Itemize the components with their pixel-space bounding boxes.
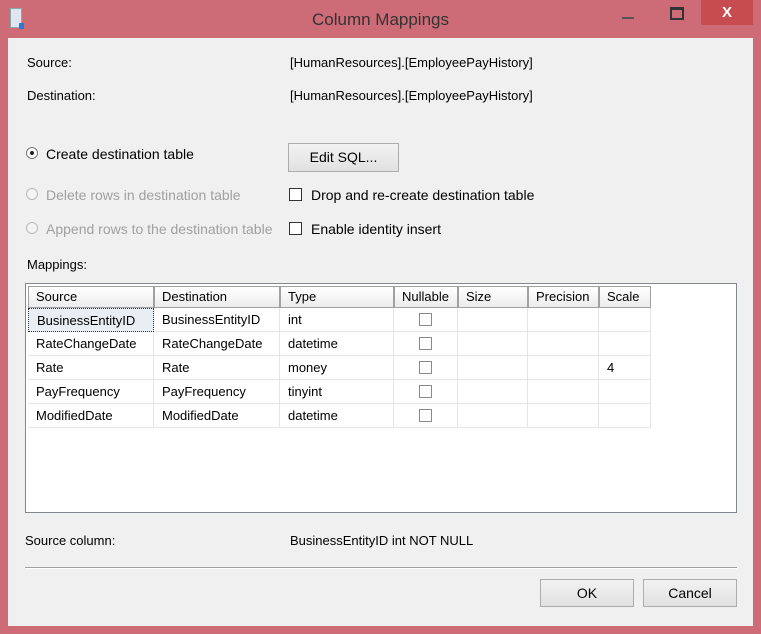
delete-rows-radio[interactable] bbox=[26, 188, 38, 200]
cell-source[interactable]: RateChangeDate bbox=[28, 332, 154, 356]
source-column-label: Source column: bbox=[25, 533, 116, 548]
column-header-type[interactable]: Type bbox=[280, 286, 394, 308]
cell-precision[interactable] bbox=[528, 332, 599, 356]
source-value: [HumanResources].[EmployeePayHistory] bbox=[290, 55, 533, 70]
identity-insert-label[interactable]: Enable identity insert bbox=[311, 221, 441, 237]
divider bbox=[25, 567, 737, 569]
cell-source[interactable]: ModifiedDate bbox=[28, 404, 154, 428]
cell-nullable[interactable] bbox=[394, 380, 458, 404]
nullable-checkbox[interactable] bbox=[419, 337, 432, 350]
cell-size[interactable] bbox=[458, 404, 528, 428]
cell-precision[interactable] bbox=[528, 308, 599, 332]
maximize-button[interactable] bbox=[670, 7, 684, 20]
identity-insert-checkbox[interactable] bbox=[289, 222, 302, 235]
append-rows-label[interactable]: Append rows to the destination table bbox=[46, 221, 273, 237]
nullable-checkbox[interactable] bbox=[419, 385, 432, 398]
cell-destination[interactable]: BusinessEntityID bbox=[154, 308, 280, 332]
cell-destination[interactable]: PayFrequency bbox=[154, 380, 280, 404]
cell-type[interactable]: tinyint bbox=[280, 380, 394, 404]
nullable-checkbox[interactable] bbox=[419, 313, 432, 326]
destination-value: [HumanResources].[EmployeePayHistory] bbox=[290, 88, 533, 103]
edit-sql-button[interactable]: Edit SQL... bbox=[288, 143, 399, 172]
column-header-size[interactable]: Size bbox=[458, 286, 528, 308]
cell-destination[interactable]: Rate bbox=[154, 356, 280, 380]
cell-nullable[interactable] bbox=[394, 332, 458, 356]
cell-size[interactable] bbox=[458, 356, 528, 380]
cell-precision[interactable] bbox=[528, 380, 599, 404]
column-header-nullable[interactable]: Nullable bbox=[394, 286, 458, 308]
cell-type[interactable]: datetime bbox=[280, 332, 394, 356]
column-header-scale[interactable]: Scale bbox=[599, 286, 651, 308]
cell-type[interactable]: int bbox=[280, 308, 394, 332]
drop-recreate-checkbox[interactable] bbox=[289, 188, 302, 201]
close-button[interactable]: X bbox=[701, 0, 753, 25]
create-table-radio[interactable] bbox=[26, 147, 38, 159]
source-label: Source: bbox=[27, 55, 72, 70]
cell-scale[interactable] bbox=[599, 308, 651, 332]
source-column-value: BusinessEntityID int NOT NULL bbox=[290, 533, 474, 548]
cell-type[interactable]: money bbox=[280, 356, 394, 380]
cell-source[interactable]: Rate bbox=[28, 356, 154, 380]
create-table-label[interactable]: Create destination table bbox=[46, 146, 194, 162]
cell-nullable[interactable] bbox=[394, 404, 458, 428]
nullable-checkbox[interactable] bbox=[419, 409, 432, 422]
minimize-button[interactable] bbox=[622, 17, 634, 19]
cell-size[interactable] bbox=[458, 380, 528, 404]
cell-source[interactable]: BusinessEntityID bbox=[28, 308, 154, 332]
drop-recreate-label[interactable]: Drop and re-create destination table bbox=[311, 187, 534, 203]
cell-destination[interactable]: RateChangeDate bbox=[154, 332, 280, 356]
window-title: Column Mappings bbox=[311, 10, 449, 29]
cell-nullable[interactable] bbox=[394, 308, 458, 332]
cell-nullable[interactable] bbox=[394, 356, 458, 380]
cell-size[interactable] bbox=[458, 332, 528, 356]
mappings-grid[interactable]: Source Destination Type Nullable Size Precisi… bbox=[25, 283, 737, 513]
cell-scale[interactable] bbox=[599, 404, 651, 428]
column-header-destination[interactable]: Destination bbox=[154, 286, 280, 308]
cell-scale[interactable] bbox=[599, 332, 651, 356]
column-header-precision[interactable]: Precision bbox=[528, 286, 599, 308]
destination-label: Destination: bbox=[27, 88, 96, 103]
append-rows-radio[interactable] bbox=[26, 222, 38, 234]
nullable-checkbox[interactable] bbox=[419, 361, 432, 374]
cell-scale[interactable] bbox=[599, 380, 651, 404]
delete-rows-label[interactable]: Delete rows in destination table bbox=[46, 187, 241, 203]
cell-precision[interactable] bbox=[528, 356, 599, 380]
mappings-label: Mappings: bbox=[27, 257, 87, 272]
ok-button[interactable]: OK bbox=[540, 579, 634, 607]
cell-destination[interactable]: ModifiedDate bbox=[154, 404, 280, 428]
cell-source[interactable]: PayFrequency bbox=[28, 380, 154, 404]
cell-type[interactable]: datetime bbox=[280, 404, 394, 428]
cancel-button[interactable]: Cancel bbox=[643, 579, 737, 607]
cell-size[interactable] bbox=[458, 308, 528, 332]
cell-scale[interactable]: 4 bbox=[599, 356, 651, 380]
column-header-source[interactable]: Source bbox=[28, 286, 154, 308]
cell-precision[interactable] bbox=[528, 404, 599, 428]
